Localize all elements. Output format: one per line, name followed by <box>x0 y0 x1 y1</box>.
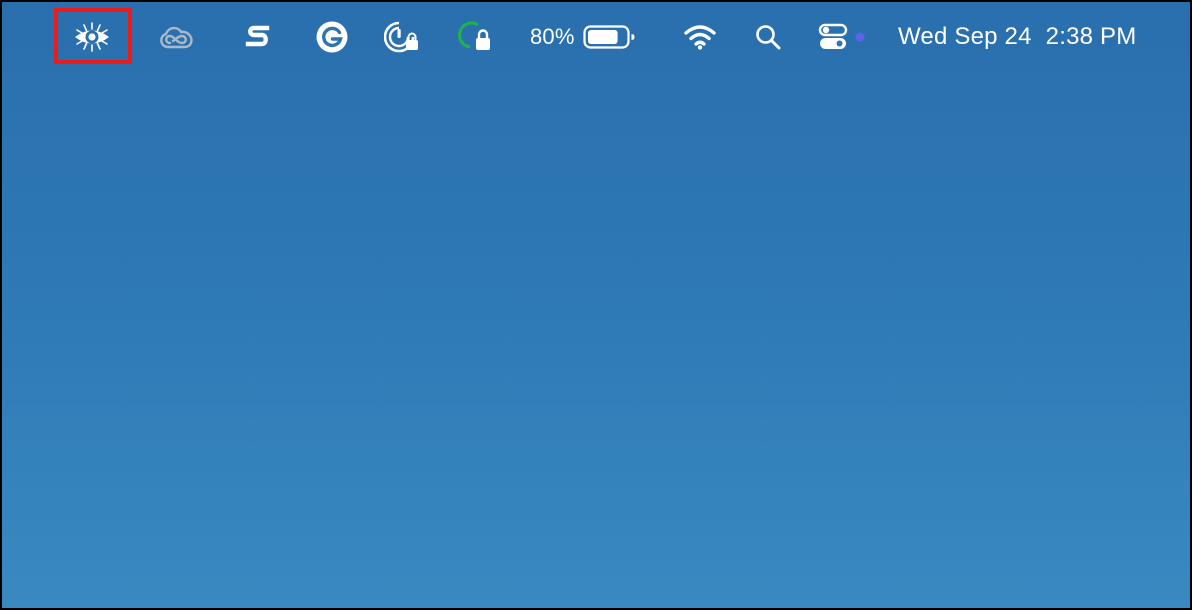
progress-lock-icon[interactable] <box>456 16 496 58</box>
eye-burst-icon[interactable] <box>70 16 114 58</box>
battery-percent: 80% <box>530 24 575 49</box>
s-logo-icon[interactable] <box>238 16 278 58</box>
clock-time: 2:38 PM <box>1045 23 1137 50</box>
wifi-icon[interactable] <box>680 16 720 58</box>
creative-cloud-icon[interactable] <box>152 16 200 58</box>
status-dot <box>854 16 866 58</box>
clock-date: Wed Sep 24 <box>898 23 1032 50</box>
search-icon[interactable] <box>750 16 786 58</box>
control-center-icon[interactable] <box>814 16 852 58</box>
battery-indicator[interactable]: 80% <box>530 16 648 58</box>
menu-bar-clock[interactable]: Wed Sep 24 2:38 PM <box>898 16 1168 58</box>
battery-level-fill <box>587 30 618 44</box>
desktop: 80% Wed Sep 24 2:38 PM <box>0 0 1192 610</box>
menu-bar: 80% Wed Sep 24 2:38 PM <box>2 2 1190 72</box>
grammarly-icon[interactable] <box>312 16 352 58</box>
lock-timer-icon[interactable] <box>382 16 424 58</box>
battery-icon <box>583 25 635 49</box>
